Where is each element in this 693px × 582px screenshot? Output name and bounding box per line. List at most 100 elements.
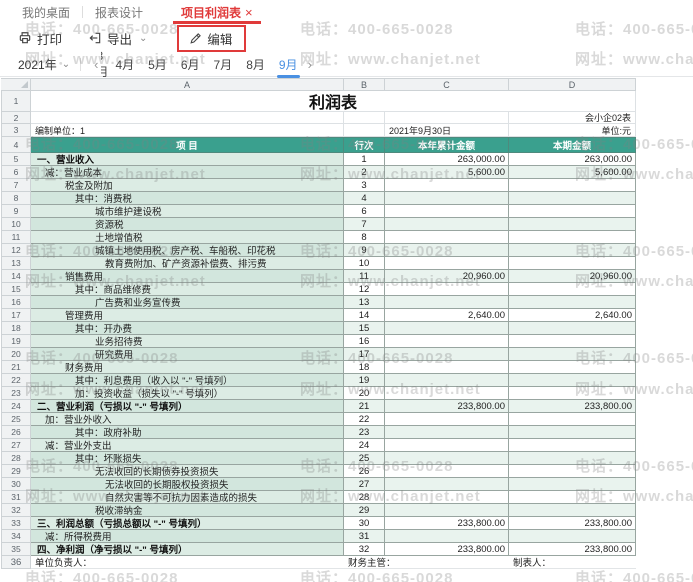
cell-line-no[interactable]: 21 [344, 400, 385, 413]
cell-ytd-amount[interactable] [385, 231, 509, 244]
unit-head-label[interactable]: 单位负责人： [31, 556, 344, 569]
column-header-b[interactable]: B [344, 78, 385, 91]
row-number[interactable]: 17 [1, 309, 31, 322]
row-number[interactable]: 28 [1, 452, 31, 465]
cell-item[interactable]: 税收滞纳金 [31, 504, 344, 517]
cell-line-no[interactable]: 26 [344, 465, 385, 478]
cell-ytd-amount[interactable] [385, 374, 509, 387]
row-number[interactable]: 19 [1, 335, 31, 348]
row-number[interactable]: 35 [1, 543, 31, 556]
month-tab-7[interactable]: 7月 [207, 52, 240, 77]
row-number[interactable]: 32 [1, 504, 31, 517]
cell-item[interactable]: 销售费用 [31, 270, 344, 283]
cell-current-amount[interactable] [509, 387, 636, 400]
row-number[interactable]: 31 [1, 491, 31, 504]
cell-current-amount[interactable]: 5,600.00 [509, 166, 636, 179]
cell-item[interactable]: 税金及附加 [31, 179, 344, 192]
cell-item[interactable]: 城镇土地使用税、房产税、车船税、印花税 [31, 244, 344, 257]
cell-current-amount[interactable]: 233,800.00 [509, 543, 636, 556]
cell-ytd-amount[interactable] [385, 413, 509, 426]
cell-line-no[interactable]: 17 [344, 348, 385, 361]
cell-line-no[interactable]: 27 [344, 478, 385, 491]
cell-current-amount[interactable] [509, 426, 636, 439]
row-number[interactable]: 25 [1, 413, 31, 426]
cell-current-amount[interactable] [509, 257, 636, 270]
row-number[interactable]: 33 [1, 517, 31, 530]
cell-item[interactable]: 加：投资收益（损失以 "-" 号填列） [31, 387, 344, 400]
cell-current-amount[interactable] [509, 205, 636, 218]
report-title[interactable]: 利润表 [31, 91, 636, 112]
cell-ytd-amount[interactable] [385, 439, 509, 452]
cell-current-amount[interactable]: 233,800.00 [509, 400, 636, 413]
month-tab-9-active[interactable]: 9月 [272, 52, 305, 77]
cell-ytd-amount[interactable] [385, 296, 509, 309]
cell-empty[interactable] [385, 112, 509, 124]
cell-item[interactable]: 一、营业收入 [31, 153, 344, 166]
row-number[interactable]: 16 [1, 296, 31, 309]
doc-code-cell[interactable]: 会小企02表 [509, 112, 636, 124]
row-number[interactable]: 24 [1, 400, 31, 413]
cell-current-amount[interactable] [509, 478, 636, 491]
cell-ytd-amount[interactable] [385, 335, 509, 348]
cell-line-no[interactable]: 22 [344, 413, 385, 426]
cell-line-no[interactable]: 30 [344, 517, 385, 530]
cell-item[interactable]: 其中：政府补助 [31, 426, 344, 439]
tab-my-desktop[interactable]: 我的桌面 [10, 0, 82, 24]
cell-ytd-amount[interactable] [385, 192, 509, 205]
cell-line-no[interactable]: 13 [344, 296, 385, 309]
row-number[interactable]: 14 [1, 270, 31, 283]
row-number[interactable]: 22 [1, 374, 31, 387]
cell-current-amount[interactable]: 2,640.00 [509, 309, 636, 322]
cell-line-no[interactable]: 32 [344, 543, 385, 556]
cell-current-amount[interactable] [509, 296, 636, 309]
cell-ytd-amount[interactable] [385, 478, 509, 491]
cell-ytd-amount[interactable]: 233,800.00 [385, 517, 509, 530]
cell-item[interactable]: 四、净利润（净亏损以 "-" 号填列） [31, 543, 344, 556]
cell-item[interactable]: 业务招待费 [31, 335, 344, 348]
select-all-cell[interactable] [1, 78, 31, 91]
cell-line-no[interactable]: 29 [344, 504, 385, 517]
preparer-label[interactable]: 制表人： [509, 556, 636, 569]
cell-item[interactable]: 管理费用 [31, 309, 344, 322]
row-number[interactable]: 2 [1, 112, 31, 124]
prepared-by-cell[interactable]: 编制单位：1 [31, 124, 344, 137]
cell-item[interactable]: 减：营业成本 [31, 166, 344, 179]
cell-current-amount[interactable] [509, 439, 636, 452]
cell-ytd-amount[interactable] [385, 452, 509, 465]
cell-empty[interactable] [31, 112, 344, 124]
header-line-no[interactable]: 行次 [344, 137, 385, 153]
cell-line-no[interactable]: 9 [344, 244, 385, 257]
cell-current-amount[interactable] [509, 361, 636, 374]
cell-item[interactable]: 无法收回的长期股权投资损失 [31, 478, 344, 491]
cell-ytd-amount[interactable]: 20,960.00 [385, 270, 509, 283]
month-tab-6[interactable]: 6月 [174, 52, 207, 77]
cell-item[interactable]: 其中：商品维修费 [31, 283, 344, 296]
cell-current-amount[interactable]: 263,000.00 [509, 153, 636, 166]
cell-line-no[interactable]: 10 [344, 257, 385, 270]
cell-item[interactable]: 其中：开办费 [31, 322, 344, 335]
cell-current-amount[interactable] [509, 348, 636, 361]
cell-ytd-amount[interactable] [385, 283, 509, 296]
cell-item[interactable]: 减：营业外支出 [31, 439, 344, 452]
cell-item[interactable]: 研究费用 [31, 348, 344, 361]
row-number[interactable]: 6 [1, 166, 31, 179]
cell-line-no[interactable]: 16 [344, 335, 385, 348]
row-number[interactable]: 21 [1, 361, 31, 374]
cell-line-no[interactable]: 4 [344, 192, 385, 205]
cell-line-no[interactable]: 19 [344, 374, 385, 387]
row-number[interactable]: 27 [1, 439, 31, 452]
year-select[interactable]: 2021年 ⌄ [18, 56, 70, 73]
cell-ytd-amount[interactable]: 233,800.00 [385, 543, 509, 556]
row-number[interactable]: 12 [1, 244, 31, 257]
cell-ytd-amount[interactable] [385, 387, 509, 400]
tab-report-design[interactable]: 报表设计 [83, 0, 155, 24]
row-number[interactable]: 15 [1, 283, 31, 296]
unit-cell[interactable]: 单位:元 [509, 124, 636, 137]
month-tab-4[interactable]: 4月 [108, 52, 141, 77]
cell-current-amount[interactable] [509, 504, 636, 517]
row-number[interactable]: 9 [1, 205, 31, 218]
cell-empty[interactable] [344, 124, 385, 137]
cell-line-no[interactable]: 31 [344, 530, 385, 543]
row-number[interactable]: 7 [1, 179, 31, 192]
cell-ytd-amount[interactable] [385, 530, 509, 543]
